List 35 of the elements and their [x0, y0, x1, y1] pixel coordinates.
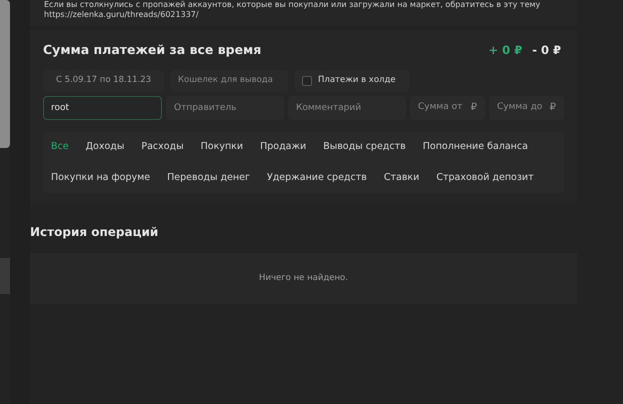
date-range-field[interactable]: С 5.09.17 по 18.11.23	[43, 70, 164, 92]
filter-tab[interactable]: Покупки на форуме	[51, 170, 150, 185]
photo-placeholder	[0, 258, 10, 294]
expense-total: - 0 ₽	[532, 42, 561, 59]
filter-tab[interactable]: Удержание средств	[266, 170, 367, 185]
filter-tab[interactable]: Страховой депозит	[436, 170, 534, 185]
filter-tab[interactable]: Продажи	[260, 140, 306, 154]
search-field[interactable]: root	[43, 96, 162, 120]
comment-field[interactable]: Комментарий	[288, 96, 406, 120]
currency-sign: ₽	[470, 101, 477, 116]
empty-message: Ничего не найдено.	[259, 272, 348, 285]
amount-placeholder: Сумма от	[418, 101, 462, 114]
amount-field[interactable]: Сумма до ₽	[489, 96, 564, 120]
income-total: + 0 ₽	[488, 42, 522, 59]
hold-label: Платежи в холде	[318, 74, 396, 88]
filter-tab[interactable]: Ставки	[384, 170, 420, 185]
date-range-text: С 5.09.17 по 18.11.23	[56, 74, 152, 88]
amount-field[interactable]: Сумма от ₽	[410, 96, 485, 120]
history-title: История операций	[30, 224, 160, 241]
filter-tab[interactable]: Все	[51, 140, 69, 154]
filter-tab[interactable]: Доходы	[86, 140, 124, 154]
filter-tab[interactable]: Пополнение баланса	[422, 140, 528, 154]
wallet-field[interactable]: Кошелек для вывода	[170, 70, 288, 92]
sender-field[interactable]: Отправитель	[166, 96, 284, 120]
currency-sign: ₽	[550, 101, 556, 116]
summary-title: Сумма платежей за все время	[43, 41, 262, 59]
filter-tab[interactable]: Покупки	[200, 140, 244, 154]
notice-text: Если вы столкнулись с пропажей аккаунтов, которые вы покупали или загружали на маркет, обратитесь в эту тему	[44, 0, 542, 10]
hold-checkbox[interactable]	[302, 76, 312, 86]
filter-tab[interactable]: Переводы денег	[167, 170, 250, 185]
filter-tab[interactable]: Расходы	[141, 140, 184, 154]
amount-placeholder: Сумма до	[497, 101, 542, 114]
filter-tab[interactable]: Выводы средств	[323, 140, 406, 154]
thread-link[interactable]: https://zelenka.guru/threads/6021337/	[44, 10, 563, 20]
wallet-placeholder: Кошелек для вывода	[178, 74, 273, 88]
